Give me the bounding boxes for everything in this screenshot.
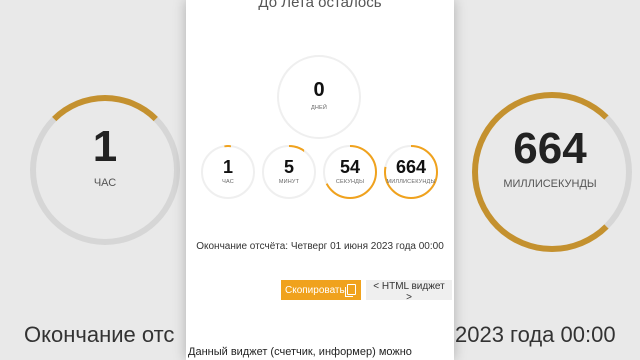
hours-label: ЧАС <box>222 179 234 185</box>
seconds-value: 54 <box>339 157 361 177</box>
background-ms-label: МИЛЛИСЕКУНДЫ <box>503 178 597 190</box>
minutes-ring: 5 МИНУТ <box>262 145 316 199</box>
minutes-label: МИНУТ <box>278 179 300 185</box>
days-value: 0 <box>313 79 325 101</box>
days-label: ДНЕЙ <box>310 105 328 111</box>
milliseconds-value: 664 <box>395 157 427 177</box>
hours-ring: 1 ЧАС <box>201 145 255 199</box>
html-widget-button[interactable]: < HTML виджет > <box>366 280 452 303</box>
minutes-value: 5 <box>283 157 294 177</box>
countdown-end-text: Окончание отсчёта: Четверг 01 июня 2023 … <box>196 241 444 252</box>
background-end-text-left: Окончание отс <box>24 322 175 347</box>
hours-value: 1 <box>222 157 233 177</box>
background-end-text-right: 2023 года 00:00 <box>455 322 616 347</box>
seconds-label: СЕКУНДЫ <box>335 179 365 185</box>
countdown-widget: До Лета осталось 0 ДНЕЙ 1 ЧАС 5 МИНУТ 54… <box>186 0 454 360</box>
days-ring: 0 ДНЕЙ <box>277 55 361 139</box>
milliseconds-ring: 664 МИЛЛИСЕКУНДЫ <box>384 145 438 199</box>
widget-description-text: Данный виджет (счетчик, информер) можно <box>188 346 412 358</box>
background-hours-label: ЧАС <box>93 177 117 189</box>
background-ms-value: 664 <box>513 124 587 173</box>
background-hours-value: 1 <box>92 122 118 171</box>
copy-button-label: Скопировать <box>285 284 345 296</box>
widget-title: До Лета осталось <box>258 0 382 11</box>
seconds-ring: 54 СЕКУНДЫ <box>323 145 377 199</box>
copy-icon <box>345 284 356 297</box>
milliseconds-label: МИЛЛИСЕКУНДЫ <box>386 179 436 185</box>
copy-button[interactable]: Скопировать <box>281 280 361 300</box>
